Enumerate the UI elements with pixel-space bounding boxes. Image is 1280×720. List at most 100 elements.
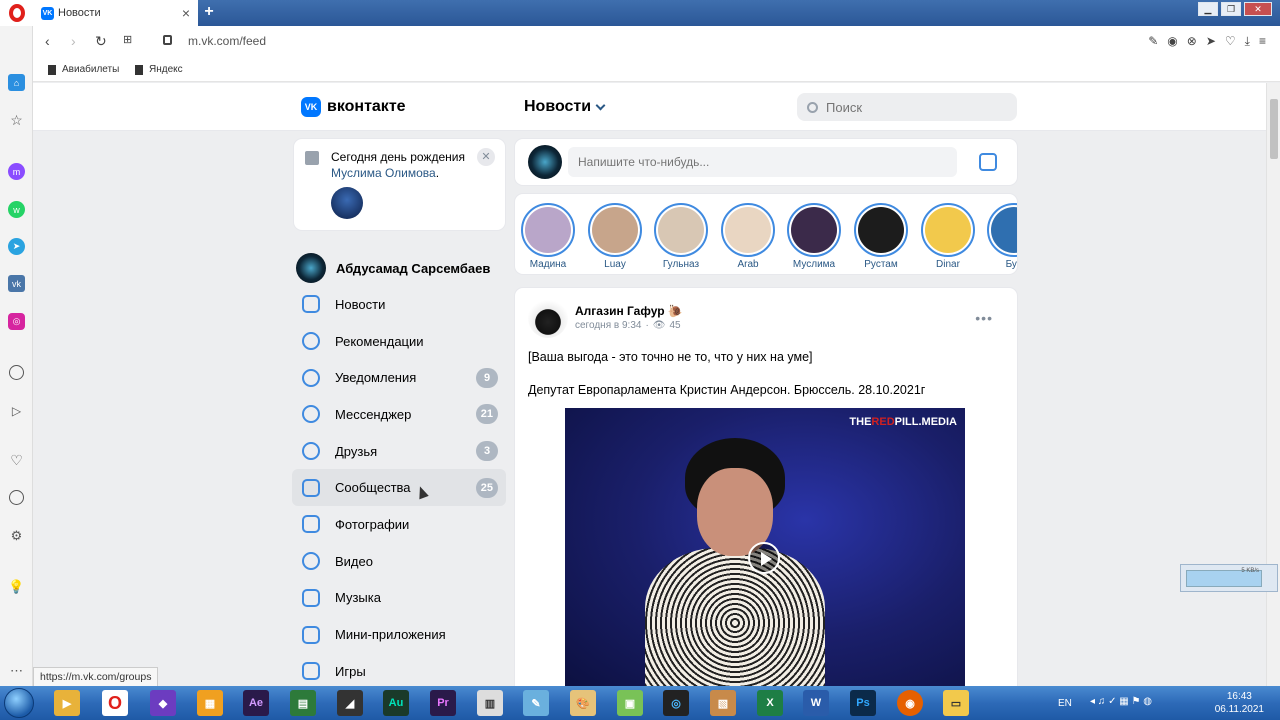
language-indicator[interactable]: EN — [1058, 698, 1072, 709]
menu-item-music[interactable]: Музыка — [292, 580, 506, 617]
audition-icon[interactable]: Au — [383, 690, 409, 716]
bookmark-item[interactable]: Авиабилеты — [48, 64, 119, 75]
story-item[interactable]: Мадина — [517, 203, 579, 270]
video-player[interactable]: THEREDPILL.MEDIA — [565, 408, 965, 688]
start-button[interactable] — [4, 688, 34, 718]
post-author-link[interactable]: Алгазин Гафур 🐌 — [575, 304, 683, 318]
paint-icon[interactable]: 🎨 — [570, 690, 596, 716]
page-scrollbar[interactable] — [1266, 83, 1280, 686]
vk-sidebar-icon[interactable]: vk — [8, 275, 25, 292]
telegram-icon[interactable]: ➤ — [8, 238, 25, 255]
story-item[interactable]: Dinar — [917, 203, 979, 270]
section-title-dropdown[interactable]: Новости — [524, 98, 606, 116]
star-icon[interactable]: ☆ — [8, 112, 25, 129]
archive-icon[interactable]: ▧ — [710, 690, 736, 716]
messenger-icon[interactable]: m — [8, 163, 25, 180]
cinema4d-icon[interactable]: ◎ — [663, 690, 689, 716]
send-icon[interactable]: ➤ — [1206, 34, 1216, 49]
story-item[interactable]: Бур — [983, 203, 1017, 270]
menu-item-recommendations[interactable]: Рекомендации — [292, 323, 506, 360]
folder-icon[interactable]: ▭ — [943, 690, 969, 716]
camera-icon — [302, 515, 320, 534]
vk-logo[interactable]: VK вконтакте — [301, 97, 406, 117]
avatar[interactable] — [528, 145, 562, 179]
after-effects-icon[interactable]: Ae — [243, 690, 269, 716]
forward-icon[interactable]: › — [71, 33, 76, 49]
firefox-icon[interactable]: ◉ — [897, 690, 923, 716]
story-item[interactable]: Luay — [584, 203, 646, 270]
premiere-icon[interactable]: Pr — [430, 690, 456, 716]
story-item[interactable]: Гульназ — [650, 203, 712, 270]
notes-icon[interactable]: ✎ — [523, 690, 549, 716]
menu-item-communities[interactable]: Сообщества 25 — [292, 469, 506, 507]
block-icon[interactable]: ⊗ — [1187, 34, 1197, 49]
story-item[interactable]: Муслима — [783, 203, 845, 270]
story-item[interactable]: Рустам — [850, 203, 912, 270]
menu-item-friends[interactable]: Друзья 3 — [292, 433, 506, 470]
url-field[interactable]: m.vk.com/feed — [188, 34, 266, 48]
explorer-icon[interactable]: ▦ — [197, 690, 223, 716]
snapshot-icon[interactable]: ◉ — [1167, 34, 1177, 49]
home-icon[interactable]: ⌂ — [8, 74, 25, 91]
player-icon[interactable] — [9, 365, 24, 380]
menu-item-news[interactable]: Новости — [292, 286, 506, 323]
new-tab-button[interactable]: + — [201, 4, 217, 21]
window-close-button[interactable]: ✕ — [1244, 2, 1272, 16]
story-item[interactable]: Arab — [717, 203, 779, 270]
opera-taskbar-icon[interactable]: O — [102, 690, 128, 716]
clock[interactable]: 16:43 06.11.2021 — [1215, 690, 1264, 716]
visual-studio-icon[interactable]: ◆ — [150, 690, 176, 716]
menu-item-games[interactable]: Игры — [292, 653, 506, 690]
avatar[interactable] — [528, 298, 568, 338]
opera-menu-button[interactable] — [0, 0, 33, 26]
heart-sidebar-icon[interactable]: ♡ — [8, 452, 25, 469]
winrar-icon[interactable]: ▤ — [290, 690, 316, 716]
photoshop-icon[interactable]: Ps — [850, 690, 876, 716]
profile-link[interactable]: Абдусамад Сарсембаев — [292, 250, 506, 286]
menu-item-photos[interactable]: Фотографии — [292, 506, 506, 543]
tab-close-icon[interactable]: × — [182, 5, 190, 21]
close-icon[interactable]: ✕ — [477, 148, 495, 166]
minimize-button[interactable]: ▁ — [1198, 2, 1218, 16]
story-avatar — [791, 207, 837, 253]
settings-icon[interactable]: ⚙ — [8, 527, 25, 544]
post-options-icon[interactable]: ••• — [975, 310, 993, 326]
menu-icon[interactable]: ≡ — [1259, 34, 1266, 49]
speed-dial-icon[interactable]: ⊞ — [123, 33, 132, 46]
birthday-avatar[interactable] — [331, 187, 363, 219]
word-icon[interactable]: W — [803, 690, 829, 716]
browser-tab[interactable]: VK Новости × — [33, 0, 198, 26]
image-icon[interactable] — [979, 153, 997, 171]
calculator-icon[interactable]: ▥ — [477, 690, 503, 716]
heart-icon[interactable]: ♡ — [1225, 34, 1236, 49]
media-player-icon[interactable]: ▶ — [54, 690, 80, 716]
android-icon[interactable]: ▣ — [617, 690, 643, 716]
menu-item-messenger[interactable]: Мессенджер 21 — [292, 396, 506, 433]
back-icon[interactable]: ‹ — [45, 33, 50, 49]
reload-icon[interactable]: ↻ — [95, 33, 107, 50]
menu-item-notifications[interactable]: Уведомления 9 — [292, 359, 506, 396]
edit-icon[interactable]: ✎ — [1148, 34, 1158, 49]
more-icon[interactable]: ⋯ — [8, 662, 25, 679]
post-time[interactable]: сегодня в 9:34 — [575, 320, 641, 331]
history-icon[interactable] — [9, 490, 24, 505]
download-icon[interactable]: ⤓ — [1245, 34, 1250, 49]
menu-item-mini-apps[interactable]: Мини-приложения — [292, 616, 506, 653]
play-button-icon[interactable] — [748, 542, 780, 574]
send-sidebar-icon[interactable]: ▷ — [8, 402, 25, 419]
tray-icons[interactable]: ◂ ♫ ✓ ▦ ⚑ ◍ — [1090, 696, 1152, 707]
whatsapp-icon[interactable]: w — [8, 201, 25, 218]
bookmark-item[interactable]: Яндекс — [135, 64, 183, 75]
nvidia-icon[interactable]: ◢ — [337, 690, 363, 716]
tips-icon[interactable]: 💡 — [8, 578, 25, 595]
scrollbar-thumb[interactable] — [1270, 99, 1278, 159]
maximize-button[interactable]: ❐ — [1221, 2, 1241, 16]
birthday-person-link[interactable]: Муслима Олимова — [331, 166, 436, 180]
instagram-icon[interactable]: ◎ — [8, 313, 25, 330]
search-box[interactable] — [797, 93, 1017, 121]
count-badge: 9 — [476, 367, 498, 388]
menu-item-video[interactable]: Видео — [292, 543, 506, 580]
composer-input[interactable] — [568, 147, 957, 177]
excel-icon[interactable]: X — [757, 690, 783, 716]
search-input[interactable] — [826, 99, 996, 115]
